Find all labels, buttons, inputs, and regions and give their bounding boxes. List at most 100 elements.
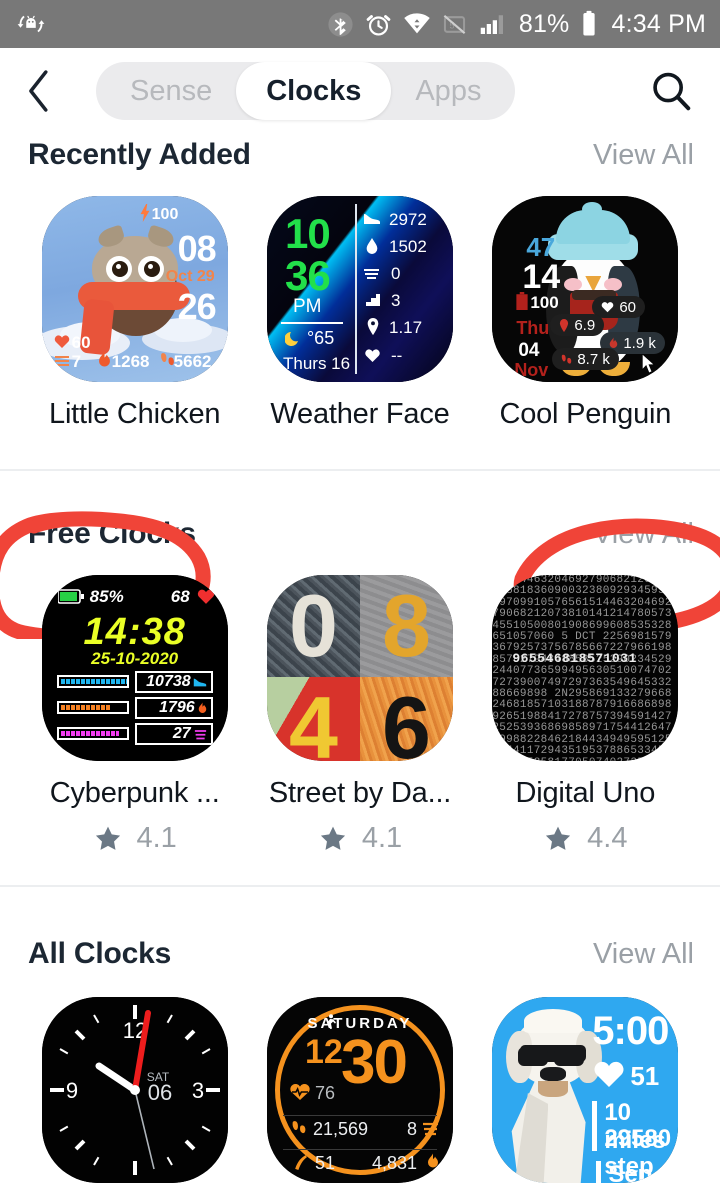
tab-clocks[interactable]: Clocks [236,62,391,120]
saturday-calories: 4,831 [372,1153,417,1174]
heart-icon [592,1059,626,1089]
tab-sense[interactable]: Sense [96,62,236,120]
penguin-battery: 100 [530,293,558,313]
bluetooth-icon [326,10,355,39]
watchface-thumbnail-saturday[interactable]: SATURDAY 12 30 76 21,569 8 51 4,831 [267,997,453,1183]
cyberpunk-calories-bar [57,701,129,714]
card-analog-clock[interactable]: 12 3 9 SAT 06 [22,997,247,1183]
card-row-all-clocks: 12 3 9 SAT 06 SATURDAY 12 30 76 2 [0,997,720,1183]
cyberpunk-battery: 85% [90,587,124,607]
cyberpunk-steps: 10738 [146,673,191,691]
signal-bars-icon [477,9,507,39]
card-weather-face[interactable]: 10 36 PM °65 Thurs 16 2972 1502 0 3 1.17… [247,196,472,431]
cyberpunk-steps-box: 10738 [135,671,213,693]
star-icon [543,824,573,853]
view-all-link-recently-added[interactable]: View All [593,139,694,172]
card-digital-uno[interactable]: 0151446320469279068212073806581836090032… [473,575,698,855]
card-title: Cool Penguin [499,398,671,431]
weather-temp: °65 [307,328,334,349]
section-title: Recently Added [28,138,251,172]
analog-number-9: 9 [66,1078,78,1103]
card-cyberpunk[interactable]: 85% 68 14:38 25-10-2020 10738 1796 [22,575,247,855]
sim-muted-icon: 5 [441,11,468,38]
water-drop-icon [365,238,379,255]
back-button[interactable] [22,68,74,114]
status-bar-clock: 4:34 PM [611,10,706,39]
watchface-thumbnail-cyberpunk[interactable]: 85% 68 14:38 25-10-2020 10738 1796 [42,575,228,761]
card-row-recently-added: 100 08 Oct 29 26 60 7 1268 5662 Little C… [0,196,720,431]
chevron-left-icon [22,68,56,114]
weather-meridiem: PM [293,296,322,318]
alarm-icon [364,10,393,39]
rating-value: 4.1 [362,822,402,855]
top-navigation-bar: Sense Clocks Apps [0,48,720,134]
section-header-recently-added: Recently Added View All [0,138,720,172]
tab-segmented-control: Sense Clocks Apps [96,62,515,120]
cyberpunk-time: 14:38 [42,611,228,654]
flame-icon [98,351,111,369]
section-header-free-clocks: Free Clocks View All [0,517,720,551]
cyberpunk-floors-bar [57,727,129,740]
card-dog-clock[interactable]: 5:00 51 10 miles 29580 step Sep 24 [473,997,698,1183]
cyberpunk-steps-bar [57,675,129,688]
owl-minute: 26 [178,286,216,328]
saturday-floors: 8 [407,1119,417,1140]
cyberpunk-floors: 27 [173,725,191,743]
floors-icon [54,354,70,368]
card-cool-penguin[interactable]: 47 14 100 Thu 04 Nov 60 6.9 1.9 k 8.7 k [473,196,698,431]
flame-icon [427,1153,439,1170]
owl-calories: 1268 [112,352,150,372]
watchface-thumbnail-weather[interactable]: 10 36 PM °65 Thurs 16 2972 1502 0 3 1.17… [267,196,453,382]
street-digit-6: 6 [360,677,453,761]
penguin-weekday: Thu [516,318,549,339]
dog-time: 5:00 [592,1009,668,1054]
cyberpunk-calories: 1796 [159,699,195,717]
watchface-thumbnail-owl[interactable]: 100 08 Oct 29 26 60 7 1268 5662 [42,196,228,382]
battery-icon [58,589,84,604]
moon-icon [285,328,303,346]
penguin-month: Nov [514,360,548,381]
street-digit-4: 4 [267,677,360,761]
android-sync-icon [16,9,46,39]
cyberpunk-heart: 68 [171,587,190,607]
section-header-all-clocks: All Clocks View All [0,937,720,971]
search-button[interactable] [640,68,694,114]
saturday-minute: 30 [341,1027,406,1098]
distance-icon [293,1154,308,1171]
watchface-thumbnail-analog[interactable]: 12 3 9 SAT 06 [42,997,228,1183]
watchface-thumbnail-dog[interactable]: 5:00 51 10 miles 29580 step Sep 24 [492,997,678,1183]
view-all-link-free-clocks[interactable]: View All [593,518,694,551]
owl-heart-rate: 60 [72,333,91,353]
card-little-chicken[interactable]: 100 08 Oct 29 26 60 7 1268 5662 Little C… [22,196,247,431]
section-free-clocks: Free Clocks View All 85% 68 14:38 2 [0,517,720,855]
rating: 4.1 [93,822,177,855]
dog-heart: 51 [630,1061,659,1092]
weather-hour: 10 [285,210,330,258]
penguin-calories: 1.9 k [623,335,656,352]
watchface-thumbnail-digital[interactable]: 0151446320469279068212073806581836090032… [492,575,678,761]
wifi-icon [402,9,432,39]
flame-icon [198,702,207,715]
saturday-steps: 21,569 [313,1119,368,1140]
watchface-thumbnail-street[interactable]: 0 8 4 6 [267,575,453,761]
penguin-heart: 60 [619,299,636,316]
heart-icon [601,301,614,313]
saturday-hour: 12 [305,1033,343,1072]
floors-icon [422,1120,439,1136]
card-saturday-clock[interactable]: SATURDAY 12 30 76 21,569 8 51 4,831 [247,997,472,1183]
cyberpunk-date: 25-10-2020 [42,649,228,669]
status-bar: 5 81% 4:34 PM [0,0,720,48]
steps-icon [160,351,175,368]
view-all-link-all-clocks[interactable]: View All [593,938,694,971]
card-street[interactable]: 0 8 4 6 Street by Da... 4.1 [247,575,472,855]
watchface-thumbnail-penguin[interactable]: 47 14 100 Thu 04 Nov 60 6.9 1.9 k 8.7 k [492,196,678,382]
floors-icon [363,266,380,282]
weather-distance: 1.17 [389,318,422,338]
star-icon [318,824,348,853]
bolt-icon [138,204,152,222]
owl-floors: 7 [72,352,81,372]
rating-value: 4.1 [137,822,177,855]
card-row-free-clocks: 85% 68 14:38 25-10-2020 10738 1796 [0,575,720,855]
heart-icon [364,348,381,363]
tab-apps[interactable]: Apps [391,62,515,120]
